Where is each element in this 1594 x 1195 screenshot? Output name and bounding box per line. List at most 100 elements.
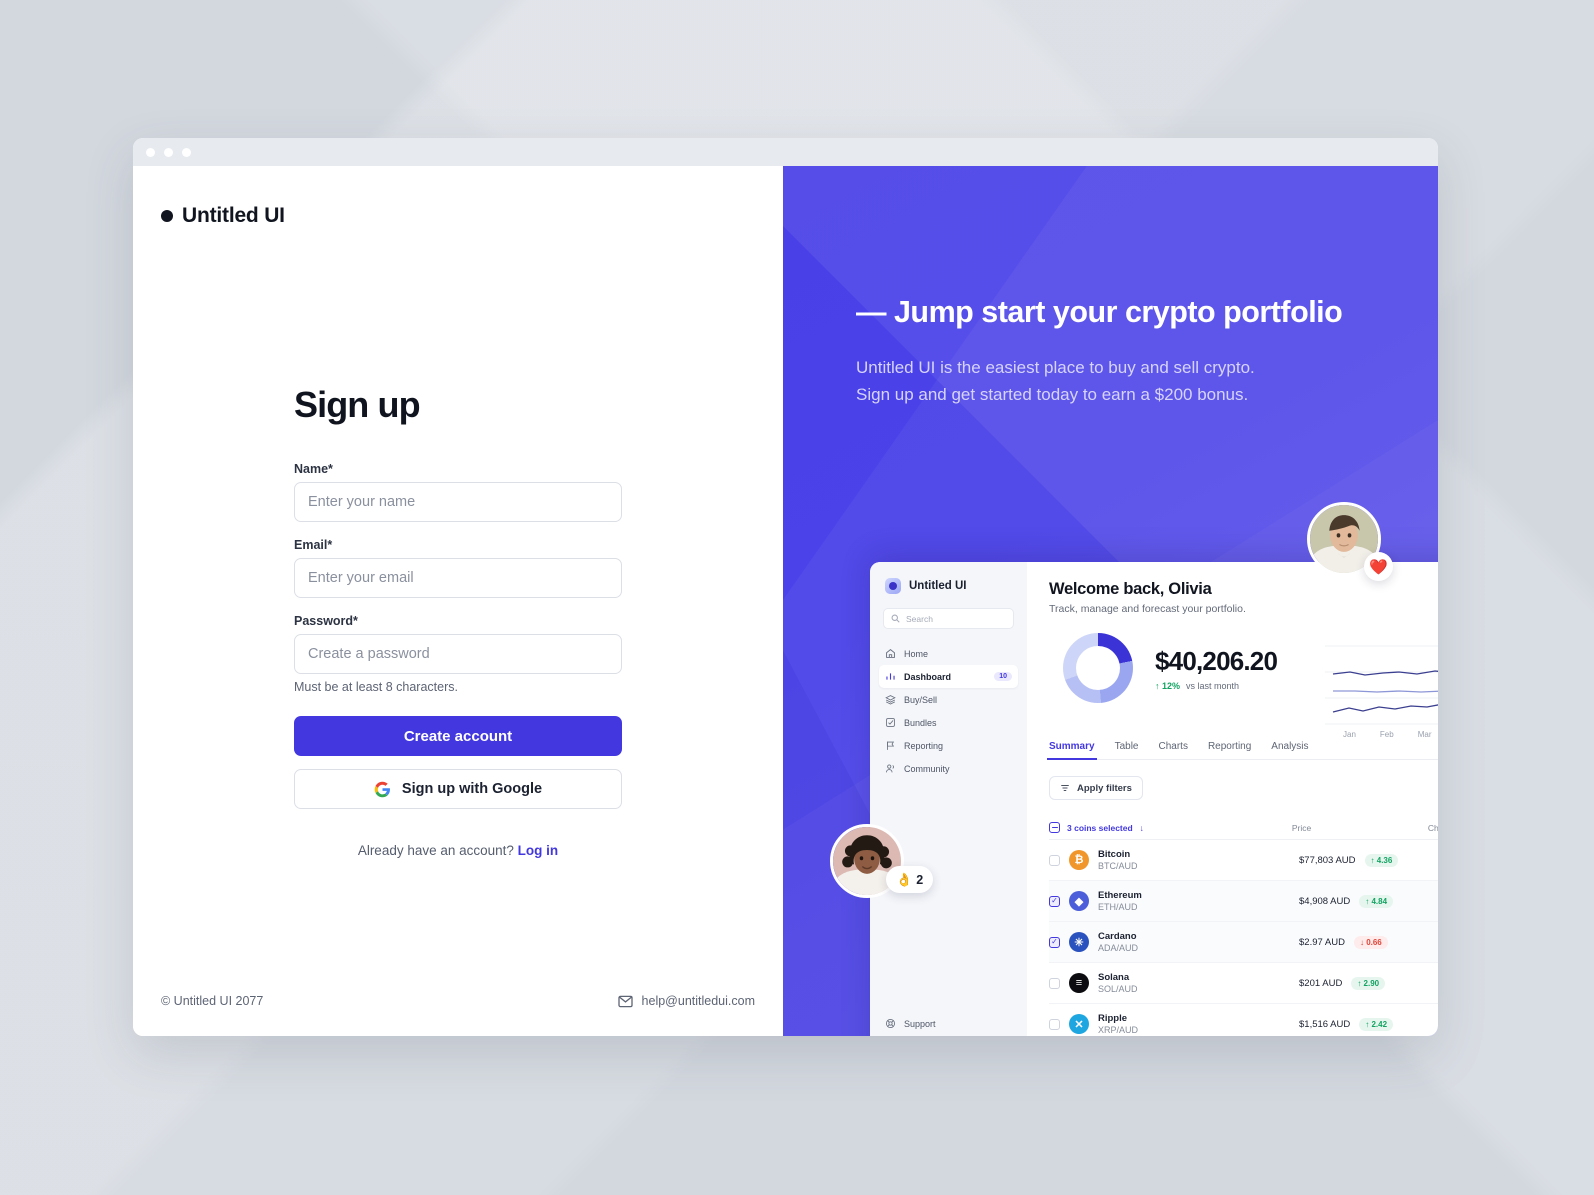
app-search-input[interactable]: Search — [883, 608, 1014, 629]
password-label: Password* — [294, 614, 358, 628]
coin-price: $77,803 AUD — [1299, 854, 1356, 866]
table-row[interactable]: ≡ Solana SOL/AUD $201 AUD ↑ 2.90 — [1049, 963, 1438, 1004]
select-all-checkbox[interactable] — [1049, 822, 1060, 833]
create-account-button[interactable]: Create account — [294, 716, 622, 756]
sidebar-item-reporting[interactable]: Reporting — [879, 734, 1018, 757]
coin-text: Solana SOL/AUD — [1098, 972, 1138, 994]
home-icon — [886, 648, 895, 658]
coin-name-cell: ◆ Ethereum ETH/AUD — [1049, 890, 1299, 912]
app-search-placeholder: Search — [906, 613, 933, 624]
ok-reaction-count: 2 — [916, 872, 924, 887]
coin-name: Solana — [1098, 972, 1130, 983]
bitcoin-icon: ₿ — [1069, 850, 1089, 870]
row-checkbox[interactable] — [1049, 936, 1060, 948]
promo-headline: — Jump start your crypto portfolio — [856, 295, 1343, 329]
apply-filters-label: Apply filters — [1077, 782, 1132, 794]
footer-email-link[interactable]: help@untitledui.com — [617, 994, 755, 1008]
promo-subtext: Untitled UI is the easiest place to buy … — [856, 355, 1376, 409]
footer-copyright: © Untitled UI 2077 — [161, 994, 264, 1008]
coin-table: 3 coins selected ↓ Price Chart ₿ — [1049, 816, 1438, 1036]
row-checkbox[interactable] — [1049, 895, 1060, 907]
window-body: Untitled UI Sign up Name* Email* Passwor… — [133, 166, 1438, 1036]
coin-name: Ripple — [1098, 1013, 1128, 1024]
window-maximize-dot[interactable] — [182, 147, 191, 157]
chart-label-feb: Feb — [1379, 730, 1394, 739]
coin-text: Bitcoin BTC/AUD — [1098, 849, 1138, 871]
promo-subtext-line2: Sign up and get started today to earn a … — [856, 384, 1249, 404]
row-checkbox[interactable] — [1049, 1018, 1060, 1030]
coin-text: Cardano ADA/AUD — [1098, 931, 1138, 953]
field-password: Password* — [294, 614, 622, 674]
sidebar-label-support: Support — [904, 1018, 936, 1029]
coin-text: Ethereum ETH/AUD — [1098, 890, 1142, 912]
sidebar-item-community[interactable]: Community — [879, 757, 1018, 780]
coin-selection-summary[interactable]: 3 coins selected ↓ — [1049, 822, 1292, 833]
sidebar-item-support[interactable]: Support — [879, 1012, 1018, 1035]
password-input[interactable] — [294, 634, 622, 674]
tab-table[interactable]: Table — [1115, 741, 1139, 752]
coin-price: $201 AUD — [1299, 977, 1343, 989]
chart-month-labels: Jan Feb Mar Apr M — [1325, 730, 1438, 739]
sidebar-item-dashboard[interactable]: Dashboard 10 — [879, 665, 1018, 688]
tab-analysis[interactable]: Analysis — [1271, 741, 1308, 752]
solana-icon: ≡ — [1069, 973, 1089, 993]
tab-summary[interactable]: Summary — [1047, 741, 1097, 760]
flag-icon — [887, 741, 895, 750]
coin-change-badge: ↑ 4.84 — [1359, 894, 1394, 908]
apply-filters-button[interactable]: Apply filters — [1049, 776, 1143, 800]
sidebar-label-community: Community — [904, 763, 950, 774]
browser-window: Untitled UI Sign up Name* Email* Passwor… — [133, 138, 1438, 1036]
coin-price: $1,516 AUD — [1299, 1018, 1351, 1030]
promo-subtext-line1: Untitled UI is the easiest place to buy … — [856, 358, 1255, 378]
sort-arrow-icon[interactable]: ↓ — [1140, 823, 1144, 833]
table-row[interactable]: ✕ Ripple XRP/AUD $1,516 AUD ↑ 2.42 — [1049, 1004, 1438, 1036]
coin-name: Ethereum — [1098, 890, 1142, 901]
welcome-title: Welcome back, Olivia — [1049, 580, 1212, 598]
account-prompt-text: Already have an account? — [357, 843, 518, 858]
window-minimize-dot[interactable] — [164, 147, 173, 157]
brand-logo[interactable]: Untitled UI — [161, 204, 285, 228]
login-link[interactable]: Log in — [518, 843, 559, 858]
app-sidebar: Untitled UI Search Home Dashboard 10 Buy… — [870, 562, 1027, 1036]
table-row[interactable]: ₿ Bitcoin BTC/AUD $77,803 AUD ↑ 4.36 — [1049, 840, 1438, 881]
table-row[interactable]: ✳ Cardano ADA/AUD $2.97 AUD ↓ 0.66 — [1049, 922, 1438, 963]
app-brand[interactable]: Untitled UI — [870, 578, 1027, 594]
row-checkbox[interactable] — [1049, 977, 1060, 989]
signup-pane: Untitled UI Sign up Name* Email* Passwor… — [133, 166, 783, 1036]
window-close-dot[interactable] — [146, 147, 155, 157]
coin-pair: ADA/AUD — [1098, 943, 1139, 953]
row-checkbox[interactable] — [1049, 854, 1060, 866]
footer-email-text: help@untitledui.com — [641, 994, 755, 1008]
sidebar-label-reporting: Reporting — [904, 740, 944, 751]
signup-with-google-button[interactable]: Sign up with Google — [294, 769, 622, 809]
brand-name: Untitled UI — [182, 204, 285, 227]
app-tabs: Summary Table Charts Reporting Analysis — [1047, 741, 1438, 760]
signup-form: Sign up Name* Email* Password* Must be a… — [294, 384, 622, 858]
ripple-icon: ✕ — [1069, 1014, 1089, 1034]
sidebar-label-bundles: Bundles — [904, 717, 937, 728]
welcome-subtitle: Track, manage and forecast your portfoli… — [1049, 603, 1246, 615]
email-input[interactable] — [294, 558, 622, 598]
coin-price-cell: $1,516 AUD ↑ 2.42 — [1299, 1017, 1438, 1031]
bar-chart-icon — [886, 673, 895, 680]
sidebar-item-home[interactable]: Home — [879, 642, 1018, 665]
coin-table-header: 3 coins selected ↓ Price Chart — [1049, 816, 1438, 840]
ok-reaction-badge[interactable]: 👌 2 — [886, 866, 934, 893]
coin-change-badge: ↑ 2.42 — [1359, 1017, 1394, 1031]
coin-change-badge: ↑ 4.36 — [1364, 853, 1399, 867]
sidebar-item-buy-sell[interactable]: Buy/Sell — [879, 688, 1018, 711]
window-titlebar — [133, 138, 1438, 166]
tab-reporting[interactable]: Reporting — [1208, 741, 1251, 752]
name-input[interactable] — [294, 482, 622, 522]
ok-hand-icon: 👌 — [896, 871, 913, 887]
page-title: Sign up — [294, 384, 421, 425]
coin-pair: BTC/AUD — [1098, 861, 1138, 871]
sidebar-item-settings[interactable]: Settings — [879, 1035, 1018, 1036]
promo-pane: — Jump start your crypto portfolio Untit… — [783, 166, 1438, 1036]
table-row[interactable]: ◆ Ethereum ETH/AUD $4,908 AUD ↑ 4.84 — [1049, 881, 1438, 922]
portfolio-delta-value: ↑ 12% — [1155, 680, 1181, 691]
tab-charts[interactable]: Charts — [1158, 741, 1187, 752]
sidebar-label-home: Home — [904, 648, 929, 659]
sidebar-item-bundles[interactable]: Bundles — [879, 711, 1018, 734]
heart-reaction-badge[interactable]: ❤️ — [1364, 552, 1393, 581]
